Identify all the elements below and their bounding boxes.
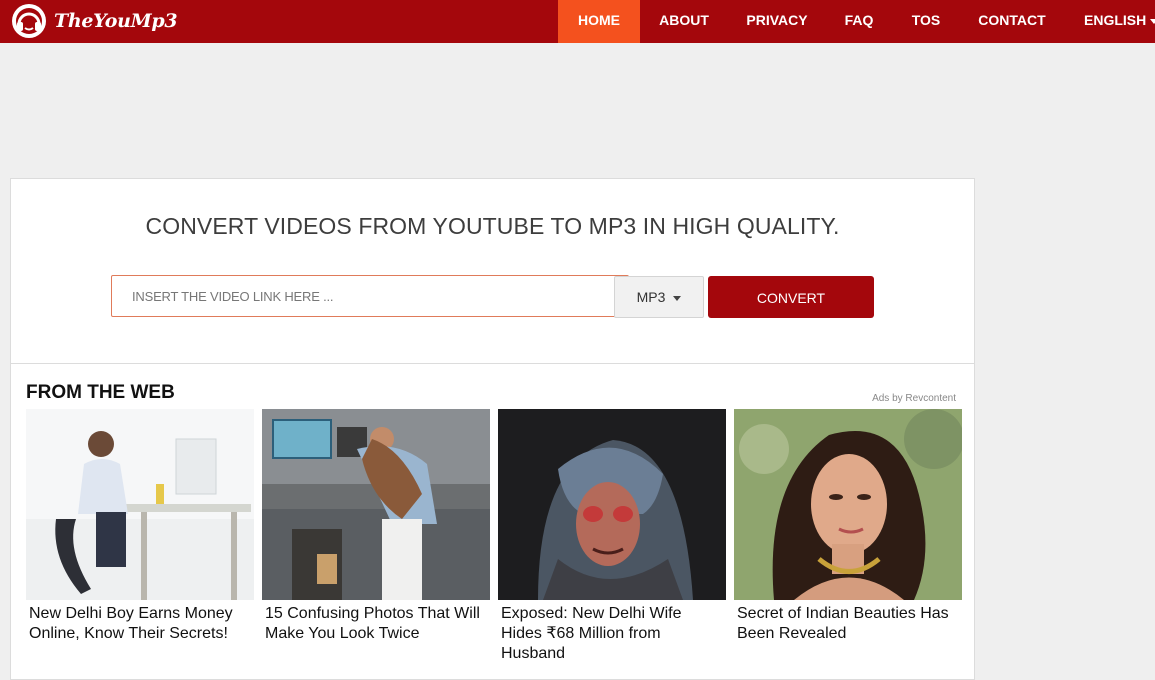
woman-portrait-image[interactable] <box>734 409 962 600</box>
section-divider <box>11 363 974 364</box>
from-the-web-title: FROM THE WEB <box>26 382 175 403</box>
format-select[interactable]: MP3 <box>614 276 704 318</box>
headphones-logo-icon <box>12 4 46 38</box>
nav-faq-label: FAQ <box>844 12 874 28</box>
format-selected-label: MP3 <box>636 289 666 305</box>
page-headline: CONVERT VIDEOS FROM YOUTUBE TO MP3 IN HI… <box>145 213 840 239</box>
convert-button[interactable]: CONVERT <box>708 276 874 318</box>
nav-home[interactable]: HOME <box>558 0 640 43</box>
ads-by-label[interactable]: Ads by Revcontent <box>872 393 956 404</box>
chevron-down-icon <box>673 295 682 301</box>
woman-headscarf-image[interactable] <box>498 409 726 600</box>
language-label: ENGLISH <box>1084 12 1147 28</box>
converter-card: CONVERT VIDEOS FROM YOUTUBE TO MP3 IN HI… <box>10 178 975 680</box>
nav-tos-label: TOS <box>911 12 941 28</box>
nav-faq[interactable]: FAQ <box>830 0 888 43</box>
nav-about-label: ABOUT <box>659 12 709 28</box>
nav-about[interactable]: ABOUT <box>645 0 723 43</box>
ad-card[interactable]: Secret of Indian Beauties Has Been Revea… <box>734 409 962 644</box>
brand-logo[interactable]: TheYouMp3 <box>10 2 178 40</box>
ad-card[interactable]: Exposed: New Delhi Wife Hides ₹68 Millio… <box>498 409 726 664</box>
nav-contact-label: CONTACT <box>978 12 1046 28</box>
ad-title[interactable]: Secret of Indian Beauties Has Been Revea… <box>734 604 962 644</box>
ad-title[interactable]: New Delhi Boy Earns Money Online, Know T… <box>26 604 254 644</box>
language-dropdown[interactable]: ENGLISH <box>1074 0 1155 43</box>
ad-card[interactable]: New Delhi Boy Earns Money Online, Know T… <box>26 409 254 644</box>
brand-name: TheYouMp3 <box>54 10 178 32</box>
ad-title[interactable]: 15 Confusing Photos That Will Make You L… <box>262 604 490 644</box>
nav-home-label: HOME <box>578 12 620 28</box>
video-link-input[interactable] <box>111 275 629 317</box>
nav-tos[interactable]: TOS <box>898 0 954 43</box>
office-coworkers-image[interactable] <box>262 409 490 600</box>
office-man-phone-image[interactable] <box>26 409 254 600</box>
ad-card[interactable]: 15 Confusing Photos That Will Make You L… <box>262 409 490 644</box>
ad-title[interactable]: Exposed: New Delhi Wife Hides ₹68 Millio… <box>498 604 726 664</box>
nav-privacy[interactable]: PRIVACY <box>735 0 819 43</box>
top-navbar: TheYouMp3 HOME ABOUT PRIVACY FAQ TOS CON… <box>0 0 1155 43</box>
chevron-down-icon <box>1150 18 1155 24</box>
nav-privacy-label: PRIVACY <box>746 12 808 28</box>
nav-contact[interactable]: CONTACT <box>966 0 1058 43</box>
